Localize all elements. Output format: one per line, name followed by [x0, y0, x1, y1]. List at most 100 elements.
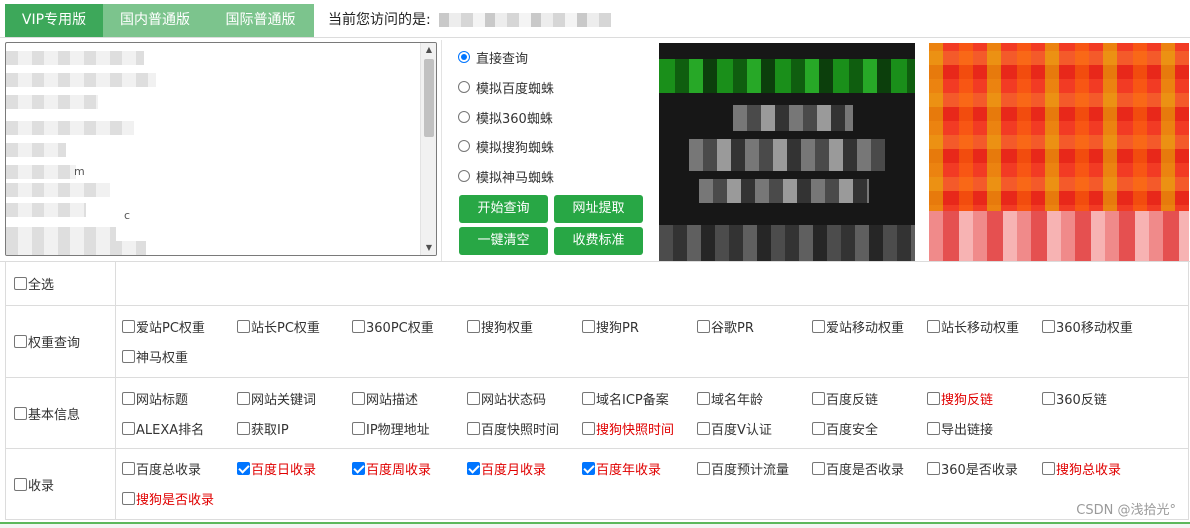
option-baidu-daily-index[interactable]: 百度日收录 [237, 459, 316, 478]
scroll-thumb[interactable] [424, 59, 434, 137]
option-site-title[interactable]: 网站标题 [122, 389, 188, 408]
checkbox-icon[interactable] [927, 391, 940, 405]
checkbox-icon[interactable] [927, 461, 940, 475]
checkbox-icon[interactable] [1042, 461, 1055, 475]
radio-button-icon[interactable] [458, 170, 470, 182]
textarea-scrollbar[interactable]: ▲ ▼ [420, 43, 436, 255]
option-site-description[interactable]: 网站描述 [352, 389, 418, 408]
radio-button-icon[interactable] [458, 81, 470, 93]
checkbox-icon[interactable] [237, 391, 250, 405]
checkbox-icon[interactable] [697, 391, 710, 405]
scroll-down-arrow-icon[interactable]: ▼ [421, 241, 436, 255]
option-alexa-rank[interactable]: ALEXA排名 [122, 419, 204, 438]
option-360-pc-weight[interactable]: 360PC权重 [352, 317, 434, 336]
checkbox-icon[interactable] [122, 349, 135, 363]
checkbox-icon[interactable] [237, 421, 250, 435]
tab-domestic[interactable]: 国内普通版 [103, 4, 207, 37]
option-baidu-v-cert[interactable]: 百度V认证 [697, 419, 772, 438]
radio-button-icon[interactable] [458, 111, 470, 123]
checkbox-icon[interactable] [812, 461, 825, 475]
radio-button-icon[interactable] [458, 51, 470, 63]
checkbox-icon[interactable] [467, 391, 480, 405]
checkbox-icon[interactable] [812, 421, 825, 435]
option-sogou-pr[interactable]: 搜狗PR [582, 317, 639, 336]
option-360-is-indexed[interactable]: 360是否收录 [927, 459, 1018, 478]
radio-360-spider[interactable]: 模拟360蜘蛛 [458, 107, 553, 127]
clear-all-button[interactable]: 一键清空 [459, 227, 548, 255]
option-baidu-total-index[interactable]: 百度总收录 [122, 459, 201, 478]
checkbox-icon[interactable] [582, 421, 595, 435]
checkbox-icon[interactable] [14, 406, 27, 420]
checkbox-icon[interactable] [122, 319, 135, 333]
option-baidu-security[interactable]: 百度安全 [812, 419, 878, 438]
checkbox-icon[interactable] [467, 421, 480, 435]
checkbox-icon[interactable] [352, 391, 365, 405]
weight-query-group-checkbox[interactable]: 权重查询 [6, 306, 116, 377]
option-baidu-is-indexed[interactable]: 百度是否收录 [812, 459, 904, 478]
checkbox-icon[interactable] [352, 319, 365, 333]
option-sogou-is-indexed[interactable]: 搜狗是否收录 [122, 489, 214, 508]
start-query-button[interactable]: 开始查询 [459, 195, 548, 223]
tab-vip[interactable]: VIP专用版 [5, 4, 103, 37]
index-group-checkbox[interactable]: 收录 [6, 449, 116, 519]
checkbox-icon[interactable] [14, 477, 27, 491]
option-zhanzhang-pc-weight[interactable]: 站长PC权重 [237, 317, 320, 336]
option-360-mobile-weight[interactable]: 360移动权重 [1042, 317, 1133, 336]
option-baidu-yearly-index[interactable]: 百度年收录 [582, 459, 661, 478]
extract-url-button[interactable]: 网址提取 [554, 195, 643, 223]
radio-direct-query[interactable]: 直接查询 [458, 47, 528, 67]
option-360-backlinks[interactable]: 360反链 [1042, 389, 1107, 408]
checkbox-icon[interactable] [352, 421, 365, 435]
option-google-pr[interactable]: 谷歌PR [697, 317, 754, 336]
checkbox-icon[interactable] [467, 319, 480, 333]
checkbox-icon[interactable] [122, 461, 135, 475]
option-sogou-backlinks[interactable]: 搜狗反链 [927, 389, 993, 408]
checkbox-icon[interactable] [1042, 391, 1055, 405]
checkbox-icon[interactable] [927, 421, 940, 435]
radio-button-icon[interactable] [458, 140, 470, 152]
option-sogou-total-index[interactable]: 搜狗总收录 [1042, 459, 1121, 478]
option-aizhan-mobile-weight[interactable]: 爱站移动权重 [812, 317, 904, 336]
checkbox-checked-icon[interactable] [582, 461, 595, 475]
checkbox-icon[interactable] [812, 391, 825, 405]
option-shenma-weight[interactable]: 神马权重 [122, 347, 188, 366]
checkbox-icon[interactable] [122, 391, 135, 405]
option-domain-icp[interactable]: 域名ICP备案 [582, 389, 669, 408]
checkbox-icon[interactable] [697, 461, 710, 475]
checkbox-checked-icon[interactable] [352, 461, 365, 475]
option-outbound-links[interactable]: 导出链接 [927, 419, 993, 438]
checkbox-icon[interactable] [927, 319, 940, 333]
option-domain-age[interactable]: 域名年龄 [697, 389, 763, 408]
checkbox-icon[interactable] [122, 421, 135, 435]
checkbox-icon[interactable] [237, 319, 250, 333]
option-baidu-snapshot-time[interactable]: 百度快照时间 [467, 419, 559, 438]
radio-shenma-spider[interactable]: 模拟神马蜘蛛 [458, 166, 554, 186]
checkbox-icon[interactable] [14, 277, 27, 290]
scroll-up-arrow-icon[interactable]: ▲ [421, 43, 436, 57]
tab-international[interactable]: 国际普通版 [207, 4, 314, 37]
option-aizhan-pc-weight[interactable]: 爱站PC权重 [122, 317, 205, 336]
option-sogou-snapshot-time[interactable]: 搜狗快照时间 [582, 419, 674, 438]
checkbox-icon[interactable] [1042, 319, 1055, 333]
select-all-checkbox[interactable]: 全选 [6, 262, 116, 305]
radio-sogou-spider[interactable]: 模拟搜狗蜘蛛 [458, 136, 554, 156]
option-baidu-estimated-traffic[interactable]: 百度预计流量 [697, 459, 789, 478]
checkbox-checked-icon[interactable] [237, 461, 250, 475]
checkbox-checked-icon[interactable] [467, 461, 480, 475]
checkbox-icon[interactable] [582, 391, 595, 405]
checkbox-icon[interactable] [14, 335, 27, 348]
option-site-keywords[interactable]: 网站关键词 [237, 389, 316, 408]
checkbox-icon[interactable] [122, 491, 135, 505]
option-ip-location[interactable]: IP物理地址 [352, 419, 430, 438]
checkbox-icon[interactable] [582, 319, 595, 333]
checkbox-icon[interactable] [697, 319, 710, 333]
pricing-button[interactable]: 收费标准 [554, 227, 643, 255]
checkbox-icon[interactable] [697, 421, 710, 435]
checkbox-icon[interactable] [812, 319, 825, 333]
option-zhanzhang-mobile-weight[interactable]: 站长移动权重 [927, 317, 1019, 336]
option-baidu-weekly-index[interactable]: 百度周收录 [352, 459, 431, 478]
url-input-textarea[interactable]: m c ▲ ▼ [5, 42, 437, 256]
option-baidu-monthly-index[interactable]: 百度月收录 [467, 459, 546, 478]
radio-baidu-spider[interactable]: 模拟百度蜘蛛 [458, 77, 554, 97]
option-baidu-backlinks[interactable]: 百度反链 [812, 389, 878, 408]
